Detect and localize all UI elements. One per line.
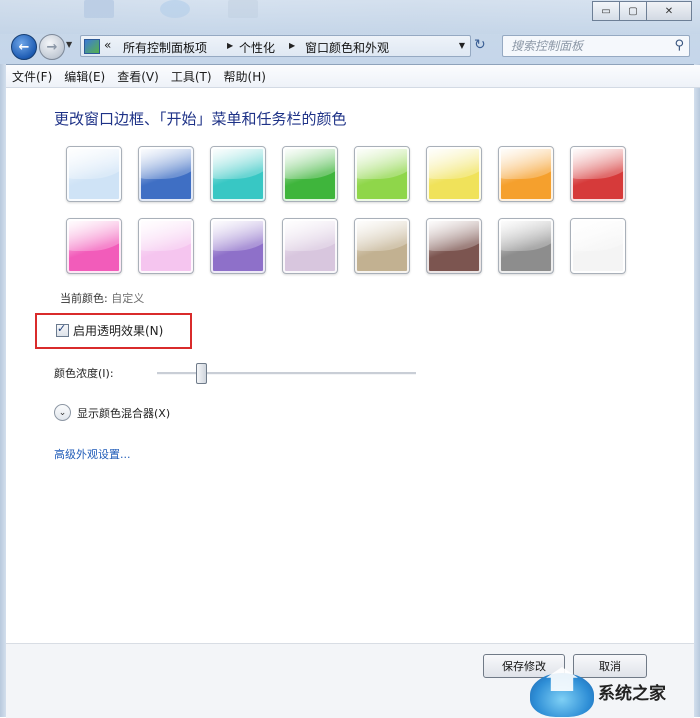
window-border-right: [694, 64, 700, 717]
color-swatch[interactable]: [498, 146, 554, 202]
color-mixer-label[interactable]: 显示颜色混合器(X): [77, 405, 170, 421]
chevron-down-icon[interactable]: ⌄: [54, 404, 71, 421]
close-button[interactable]: ✕: [647, 1, 692, 21]
color-swatch[interactable]: [138, 146, 194, 202]
color-swatch[interactable]: [426, 218, 482, 274]
breadcrumb-separator-icon[interactable]: ▶: [227, 41, 233, 50]
address-dropdown-icon[interactable]: ▼: [459, 41, 465, 50]
color-mixer-toggle[interactable]: ⌄ 显示颜色混合器(X): [54, 404, 170, 421]
window-titlebar: ▭ ▢ ✕ ← → ▼ « 所有控制面板项 ▶ 个性化 ▶ 窗口颜色和外观 ▼ …: [0, 0, 700, 65]
forward-button[interactable]: →: [39, 34, 65, 60]
color-swatch[interactable]: [426, 146, 482, 202]
caption-buttons: ▭ ▢ ✕: [592, 1, 692, 21]
color-swatch[interactable]: [138, 218, 194, 274]
current-color-label: 当前颜色:: [60, 292, 108, 305]
color-swatch[interactable]: [210, 218, 266, 274]
color-swatch[interactable]: [354, 146, 410, 202]
color-swatch[interactable]: [354, 218, 410, 274]
color-swatch[interactable]: [66, 146, 122, 202]
maximize-button[interactable]: ▢: [620, 1, 647, 21]
search-box[interactable]: ⚲: [502, 35, 690, 57]
watermark-text: 系统之家: [598, 684, 666, 704]
minimize-button[interactable]: ▭: [592, 1, 620, 21]
breadcrumb-window-color[interactable]: 窗口颜色和外观: [305, 39, 389, 56]
transparency-checkbox[interactable]: [56, 322, 69, 337]
color-swatch[interactable]: [570, 146, 626, 202]
transparency-option[interactable]: 启用透明效果(N): [56, 322, 163, 339]
color-swatch[interactable]: [570, 218, 626, 274]
menu-tools[interactable]: 工具(T): [165, 68, 218, 85]
color-swatch[interactable]: [282, 218, 338, 274]
back-arrow-icon: ←: [18, 39, 30, 55]
color-swatch[interactable]: [282, 146, 338, 202]
current-color: 当前颜色: 自定义: [60, 290, 144, 306]
current-color-value: 自定义: [111, 292, 145, 305]
breadcrumb-all-control-panel-items[interactable]: 所有控制面板项: [123, 39, 207, 56]
back-button[interactable]: ←: [11, 34, 37, 60]
menu-edit[interactable]: 编辑(E): [58, 68, 111, 85]
main-content: 更改窗口边框、「开始」菜单和任务栏的颜色 当前颜色: 自定义 启用透明效果(N)…: [6, 88, 694, 643]
recent-pages-dropdown-icon[interactable]: ▼: [66, 40, 72, 49]
watermark-logo: 系统之家: [528, 663, 700, 717]
breadcrumb-separator-icon[interactable]: ▶: [289, 41, 295, 50]
address-bar[interactable]: « 所有控制面板项 ▶ 个性化 ▶ 窗口颜色和外观 ▼: [80, 35, 471, 57]
color-intensity-label: 颜色浓度(I):: [54, 367, 114, 380]
transparency-label[interactable]: 启用透明效果(N): [73, 322, 163, 339]
color-swatch[interactable]: [498, 218, 554, 274]
color-swatch[interactable]: [66, 218, 122, 274]
color-swatch[interactable]: [210, 146, 266, 202]
search-input[interactable]: [509, 38, 663, 54]
breadcrumb-personalization[interactable]: 个性化: [239, 39, 275, 56]
search-icon[interactable]: ⚲: [674, 38, 684, 53]
menu-view[interactable]: 查看(V): [111, 68, 165, 85]
address-overflow-chevron[interactable]: «: [104, 38, 111, 52]
menu-file[interactable]: 文件(F): [6, 68, 58, 85]
control-panel-icon: [84, 39, 100, 54]
menu-bar: 文件(F) 编辑(E) 查看(V) 工具(T) 帮助(H): [6, 65, 700, 88]
advanced-appearance-link[interactable]: 高级外观设置...: [54, 446, 131, 462]
refresh-icon[interactable]: ↻: [474, 37, 486, 53]
menu-help[interactable]: 帮助(H): [218, 68, 272, 85]
forward-arrow-icon: →: [46, 39, 58, 55]
page-title: 更改窗口边框、「开始」菜单和任务栏的颜色: [54, 110, 347, 128]
color-intensity-slider-thumb[interactable]: [196, 363, 208, 384]
